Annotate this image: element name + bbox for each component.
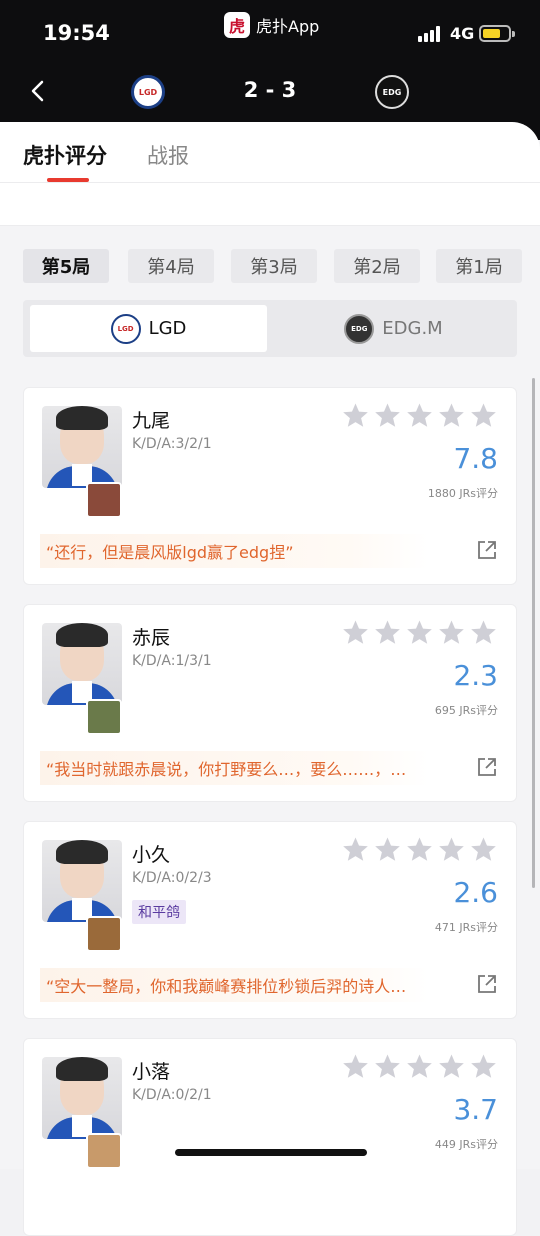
hero-icon (86, 1133, 122, 1169)
team-switch: LGD LGD EDG EDG.M (23, 300, 517, 357)
rating-star-icon[interactable] (470, 836, 497, 863)
hero-icon (86, 916, 122, 952)
rating-count: 449 JRs评分 (434, 1138, 498, 1151)
rating-star-icon[interactable] (374, 402, 401, 429)
rating-count: 1880 JRs评分 (427, 487, 498, 500)
team-option-label: EDG.M (382, 318, 443, 339)
player-name: 小久 (132, 844, 171, 866)
edg-logo-icon: EDG (344, 313, 375, 344)
rating-stars[interactable] (342, 402, 497, 429)
team-option-lgd[interactable]: LGD LGD (30, 305, 267, 352)
rating-star-icon[interactable] (374, 619, 401, 646)
game-tab-3[interactable]: 第3局 (231, 249, 317, 283)
game-tab-1[interactable]: 第1局 (436, 249, 522, 283)
player-avatar (42, 840, 122, 922)
share-link-icon[interactable] (476, 539, 498, 561)
match-score: 2 - 3 (243, 78, 297, 102)
signal-icon (418, 26, 442, 42)
rating-star-icon[interactable] (342, 402, 369, 429)
home-indicator[interactable] (175, 1149, 367, 1156)
tab-report[interactable]: 战报 (147, 140, 189, 170)
divider (0, 182, 540, 183)
app-badge: 虎 虎扑App (224, 12, 319, 38)
rating-star-icon[interactable] (438, 836, 465, 863)
share-link-icon[interactable] (476, 973, 498, 995)
game-tab-5[interactable]: 第5局 (23, 249, 109, 283)
battery-icon (479, 25, 515, 42)
app-name: 虎扑App (256, 17, 320, 36)
home-team-logo[interactable]: LGD (131, 75, 165, 109)
match-header: 19:54 虎 虎扑App 4G LGD 2 - 3 EDG (0, 0, 540, 140)
share-link-icon[interactable] (476, 756, 498, 778)
player-rating: 7.8 (453, 442, 498, 475)
player-tag: 和平鸽 (132, 900, 186, 924)
rating-star-icon[interactable] (438, 1053, 465, 1080)
player-avatar (42, 1057, 122, 1139)
team-option-edgm[interactable]: EDG EDG.M (277, 305, 510, 352)
rating-star-icon[interactable] (438, 402, 465, 429)
player-name: 赤辰 (132, 627, 171, 649)
rating-stars[interactable] (342, 1053, 497, 1080)
game-tabs: 第5局 第4局 第3局 第2局 第1局 (23, 249, 523, 283)
player-card[interactable]: 九尾 K/D/A:3/2/1 7.8 1880 JRs评分 “还行，但是晨风版l… (23, 387, 517, 585)
rating-star-icon[interactable] (374, 836, 401, 863)
rating-star-icon[interactable] (438, 619, 465, 646)
rating-star-icon[interactable] (470, 1053, 497, 1080)
game-tab-4[interactable]: 第4局 (128, 249, 214, 283)
player-kda: K/D/A:0/2/3 (132, 870, 212, 886)
player-card[interactable]: 小久 K/D/A:0/2/3 和平鸽 2.6 471 JRs评分 “空大一整局，… (23, 821, 517, 1019)
rating-count: 471 JRs评分 (434, 921, 498, 934)
rating-star-icon[interactable] (342, 619, 369, 646)
player-kda: K/D/A:0/2/1 (132, 1087, 212, 1103)
player-rating: 2.3 (453, 659, 498, 692)
player-rating: 2.6 (453, 876, 498, 909)
game-tab-2[interactable]: 第2局 (334, 249, 420, 283)
player-card[interactable]: 小落 K/D/A:0/2/1 3.7 449 JRs评分 (23, 1038, 517, 1236)
player-rating: 3.7 (453, 1093, 498, 1126)
player-name: 小落 (132, 1061, 171, 1083)
player-name: 九尾 (132, 410, 171, 432)
hupu-logo-icon: 虎 (224, 12, 250, 38)
rating-star-icon[interactable] (342, 836, 369, 863)
player-avatar (42, 406, 122, 488)
rating-star-icon[interactable] (470, 402, 497, 429)
rating-stars[interactable] (342, 619, 497, 646)
rating-stars[interactable] (342, 836, 497, 863)
rating-star-icon[interactable] (342, 1053, 369, 1080)
scrollbar[interactable] (532, 378, 535, 888)
player-avatar (42, 623, 122, 705)
top-comment[interactable]: “我当时就跟赤晨说，你打野要么…，要么……，… (40, 751, 428, 785)
status-time: 19:54 (43, 21, 110, 45)
top-comment[interactable]: “空大一整局，你和我巅峰赛排位秒锁后羿的诗人… (40, 968, 428, 1002)
player-card[interactable]: 赤辰 K/D/A:1/3/1 2.3 695 JRs评分 “我当时就跟赤晨说，你… (23, 604, 517, 802)
rating-star-icon[interactable] (406, 836, 433, 863)
tab-rating[interactable]: 虎扑评分 (23, 140, 107, 170)
network-type: 4G (450, 24, 475, 43)
player-kda: K/D/A:1/3/1 (132, 653, 212, 669)
team-option-label: LGD (148, 318, 187, 339)
rating-star-icon[interactable] (406, 1053, 433, 1080)
rating-count: 695 JRs评分 (434, 704, 498, 717)
rating-star-icon[interactable] (406, 619, 433, 646)
hero-icon (86, 482, 122, 518)
away-team-logo[interactable]: EDG (375, 75, 409, 109)
rating-star-icon[interactable] (406, 402, 433, 429)
lgd-logo-icon: LGD (110, 313, 141, 344)
tab-bar: 虎扑评分 战报 (0, 122, 540, 182)
top-comment[interactable]: “还行，但是晨风版lgd赢了edg捏” (40, 534, 428, 568)
status-bar: 19:54 虎 虎扑App 4G (0, 0, 540, 62)
rating-star-icon[interactable] (374, 1053, 401, 1080)
hero-icon (86, 699, 122, 735)
rating-star-icon[interactable] (470, 619, 497, 646)
player-kda: K/D/A:3/2/1 (132, 436, 212, 452)
back-arrow-icon[interactable] (24, 76, 54, 106)
